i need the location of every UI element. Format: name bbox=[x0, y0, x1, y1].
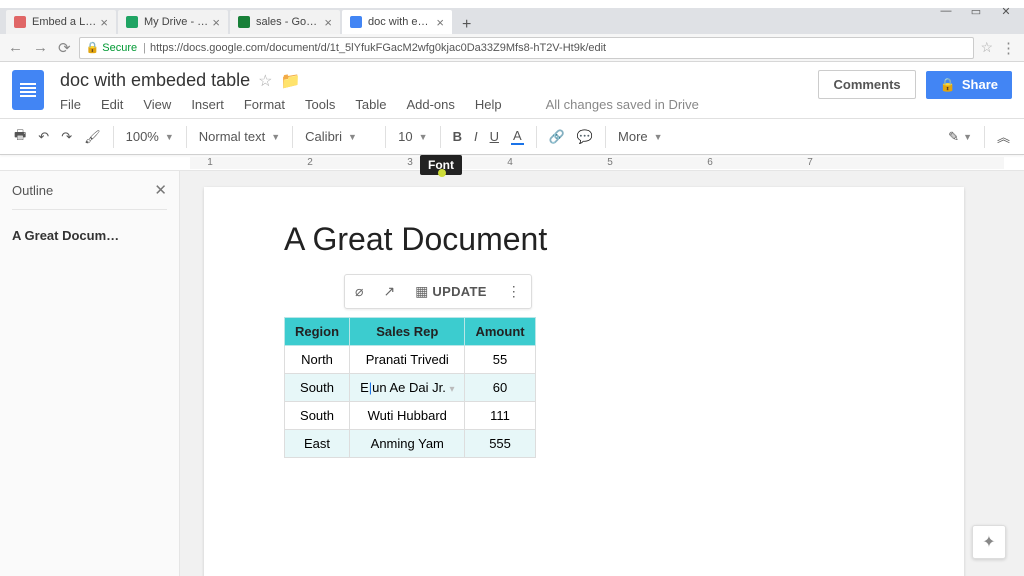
table-header: Amount bbox=[465, 318, 535, 346]
share-label: Share bbox=[962, 77, 998, 92]
undo-icon[interactable]: ↶ bbox=[32, 125, 55, 149]
explore-button[interactable]: ✦ bbox=[972, 525, 1006, 559]
paint-format-icon[interactable]: 🖌 bbox=[78, 125, 107, 149]
docs-header: doc with embeded table ☆ 📁 File Edit View I… bbox=[0, 62, 1024, 119]
url-input[interactable]: 🔒 Secure | https://docs.google.com/docum… bbox=[79, 37, 975, 59]
menu-format[interactable]: Format bbox=[244, 97, 285, 112]
editing-mode-icon[interactable]: ✎ ▼ bbox=[942, 125, 978, 149]
tab-close-icon[interactable]: × bbox=[324, 15, 332, 30]
table-header: Region bbox=[285, 318, 350, 346]
open-source-icon[interactable]: ↗ bbox=[375, 277, 403, 306]
window-close[interactable]: ✕ bbox=[992, 2, 1020, 20]
menu-insert[interactable]: Insert bbox=[191, 97, 224, 112]
table-row[interactable]: SouthE|un Ae Dai Jr. ▾60 bbox=[285, 374, 536, 402]
embedded-table[interactable]: RegionSales RepAmount NorthPranati Trive… bbox=[284, 317, 536, 458]
style-dropdown[interactable]: Normal text▼ bbox=[193, 129, 286, 144]
nav-reload[interactable]: ⟳ bbox=[56, 39, 73, 57]
share-icon: 🔒 bbox=[940, 77, 956, 93]
ruler: 1234567 Font bbox=[0, 155, 1024, 171]
unlink-icon[interactable]: ⌀ bbox=[347, 277, 371, 306]
table-row[interactable]: SouthWuti Hubbard111 bbox=[285, 402, 536, 430]
comments-button[interactable]: Comments bbox=[818, 70, 915, 99]
more-dropdown[interactable]: More▼ bbox=[612, 129, 669, 144]
browser-tab[interactable]: Embed a Live Google Sp× bbox=[6, 10, 116, 34]
menu-view[interactable]: View bbox=[143, 97, 171, 112]
outline-panel: Outline ✕ A Great Docum… bbox=[0, 171, 180, 576]
menu-file[interactable]: File bbox=[60, 97, 81, 112]
toolbar: 🖶 ↶ ↷ 🖌 100%▼ Normal text▼ Calibri▼ 10▼ … bbox=[0, 119, 1024, 155]
window-maximize[interactable]: ▭ bbox=[962, 2, 990, 20]
menu-tools[interactable]: Tools bbox=[305, 97, 335, 112]
docs-logo[interactable] bbox=[12, 70, 44, 110]
star-icon[interactable]: ☆ bbox=[258, 71, 272, 91]
more-options-icon[interactable]: ⋮ bbox=[499, 277, 529, 306]
bold-button[interactable]: B bbox=[447, 125, 468, 148]
italic-button[interactable]: I bbox=[468, 125, 484, 148]
table-header: Sales Rep bbox=[350, 318, 465, 346]
font-size-dropdown[interactable]: 10▼ bbox=[392, 129, 433, 144]
table-row[interactable]: EastAnming Yam555 bbox=[285, 430, 536, 458]
folder-icon[interactable]: 📁 bbox=[280, 71, 300, 91]
favicon-icon bbox=[238, 16, 250, 28]
underline-button[interactable]: U bbox=[484, 125, 505, 148]
menu-table[interactable]: Table bbox=[355, 97, 386, 112]
window-minimize[interactable]: — bbox=[932, 2, 960, 20]
nav-forward[interactable]: → bbox=[31, 39, 50, 56]
menu-add-ons[interactable]: Add-ons bbox=[406, 97, 454, 112]
font-dropdown[interactable]: Calibri▼ bbox=[299, 129, 379, 144]
collapse-toolbar-icon[interactable]: ︽ bbox=[991, 123, 1016, 150]
linked-object-toolbar: ⌀ ↗ ▦ UPDATE ⋮ bbox=[344, 274, 532, 309]
tab-close-icon[interactable]: × bbox=[436, 15, 444, 30]
favicon-icon bbox=[350, 16, 362, 28]
print-icon[interactable]: 🖶 bbox=[8, 122, 32, 152]
text-color-button[interactable]: A bbox=[505, 124, 530, 149]
tab-close-icon[interactable]: × bbox=[212, 15, 220, 30]
tab-close-icon[interactable]: × bbox=[100, 15, 108, 30]
menu-edit[interactable]: Edit bbox=[101, 97, 123, 112]
secure-label: Secure bbox=[102, 42, 137, 54]
document-canvas[interactable]: A Great Document ⌀ ↗ ▦ UPDATE ⋮ RegionSa… bbox=[180, 171, 1024, 576]
bookmark-star-icon[interactable]: ☆ bbox=[980, 39, 993, 56]
cursor-icon bbox=[438, 169, 446, 177]
table-icon: ▦ bbox=[415, 283, 428, 300]
browser-tab[interactable]: sales - Google Sheets× bbox=[230, 10, 340, 34]
url-text: https://docs.google.com/document/d/1t_5l… bbox=[150, 42, 606, 54]
zoom-dropdown[interactable]: 100%▼ bbox=[120, 129, 180, 144]
outline-title: Outline bbox=[12, 183, 53, 198]
outline-item[interactable]: A Great Docum… bbox=[12, 228, 167, 243]
page: A Great Document ⌀ ↗ ▦ UPDATE ⋮ RegionSa… bbox=[204, 187, 964, 576]
favicon-icon bbox=[14, 16, 26, 28]
redo-icon[interactable]: ↷ bbox=[55, 125, 78, 149]
menu-bar: File Edit View Insert Format Tools Table Add-on… bbox=[60, 97, 818, 118]
document-heading[interactable]: A Great Document bbox=[284, 221, 884, 258]
browser-tab[interactable]: doc with embeded tabl× bbox=[342, 10, 452, 34]
browser-tab[interactable]: My Drive - Google Drive× bbox=[118, 10, 228, 34]
nav-back[interactable]: ← bbox=[6, 39, 25, 56]
share-button[interactable]: 🔒 Share bbox=[926, 71, 1012, 99]
save-status: All changes saved in Drive bbox=[546, 97, 699, 112]
address-bar: ← → ⟳ 🔒 Secure | https://docs.google.com… bbox=[0, 34, 1024, 62]
insert-comment-icon[interactable]: 💬 bbox=[571, 125, 599, 149]
browser-tabs: — ▭ ✕ Embed a Live Google Sp×My Drive - … bbox=[0, 8, 1024, 34]
close-outline-icon[interactable]: ✕ bbox=[154, 181, 167, 199]
favicon-icon bbox=[126, 16, 138, 28]
update-button[interactable]: ▦ UPDATE bbox=[407, 277, 495, 306]
browser-menu-icon[interactable]: ⋮ bbox=[999, 39, 1018, 57]
insert-link-icon[interactable]: 🔗 bbox=[543, 125, 571, 149]
lock-icon: 🔒 bbox=[86, 41, 100, 54]
new-tab-button[interactable]: + bbox=[454, 16, 479, 34]
table-row[interactable]: NorthPranati Trivedi55 bbox=[285, 346, 536, 374]
document-title[interactable]: doc with embeded table bbox=[60, 70, 250, 91]
menu-help[interactable]: Help bbox=[475, 97, 502, 112]
